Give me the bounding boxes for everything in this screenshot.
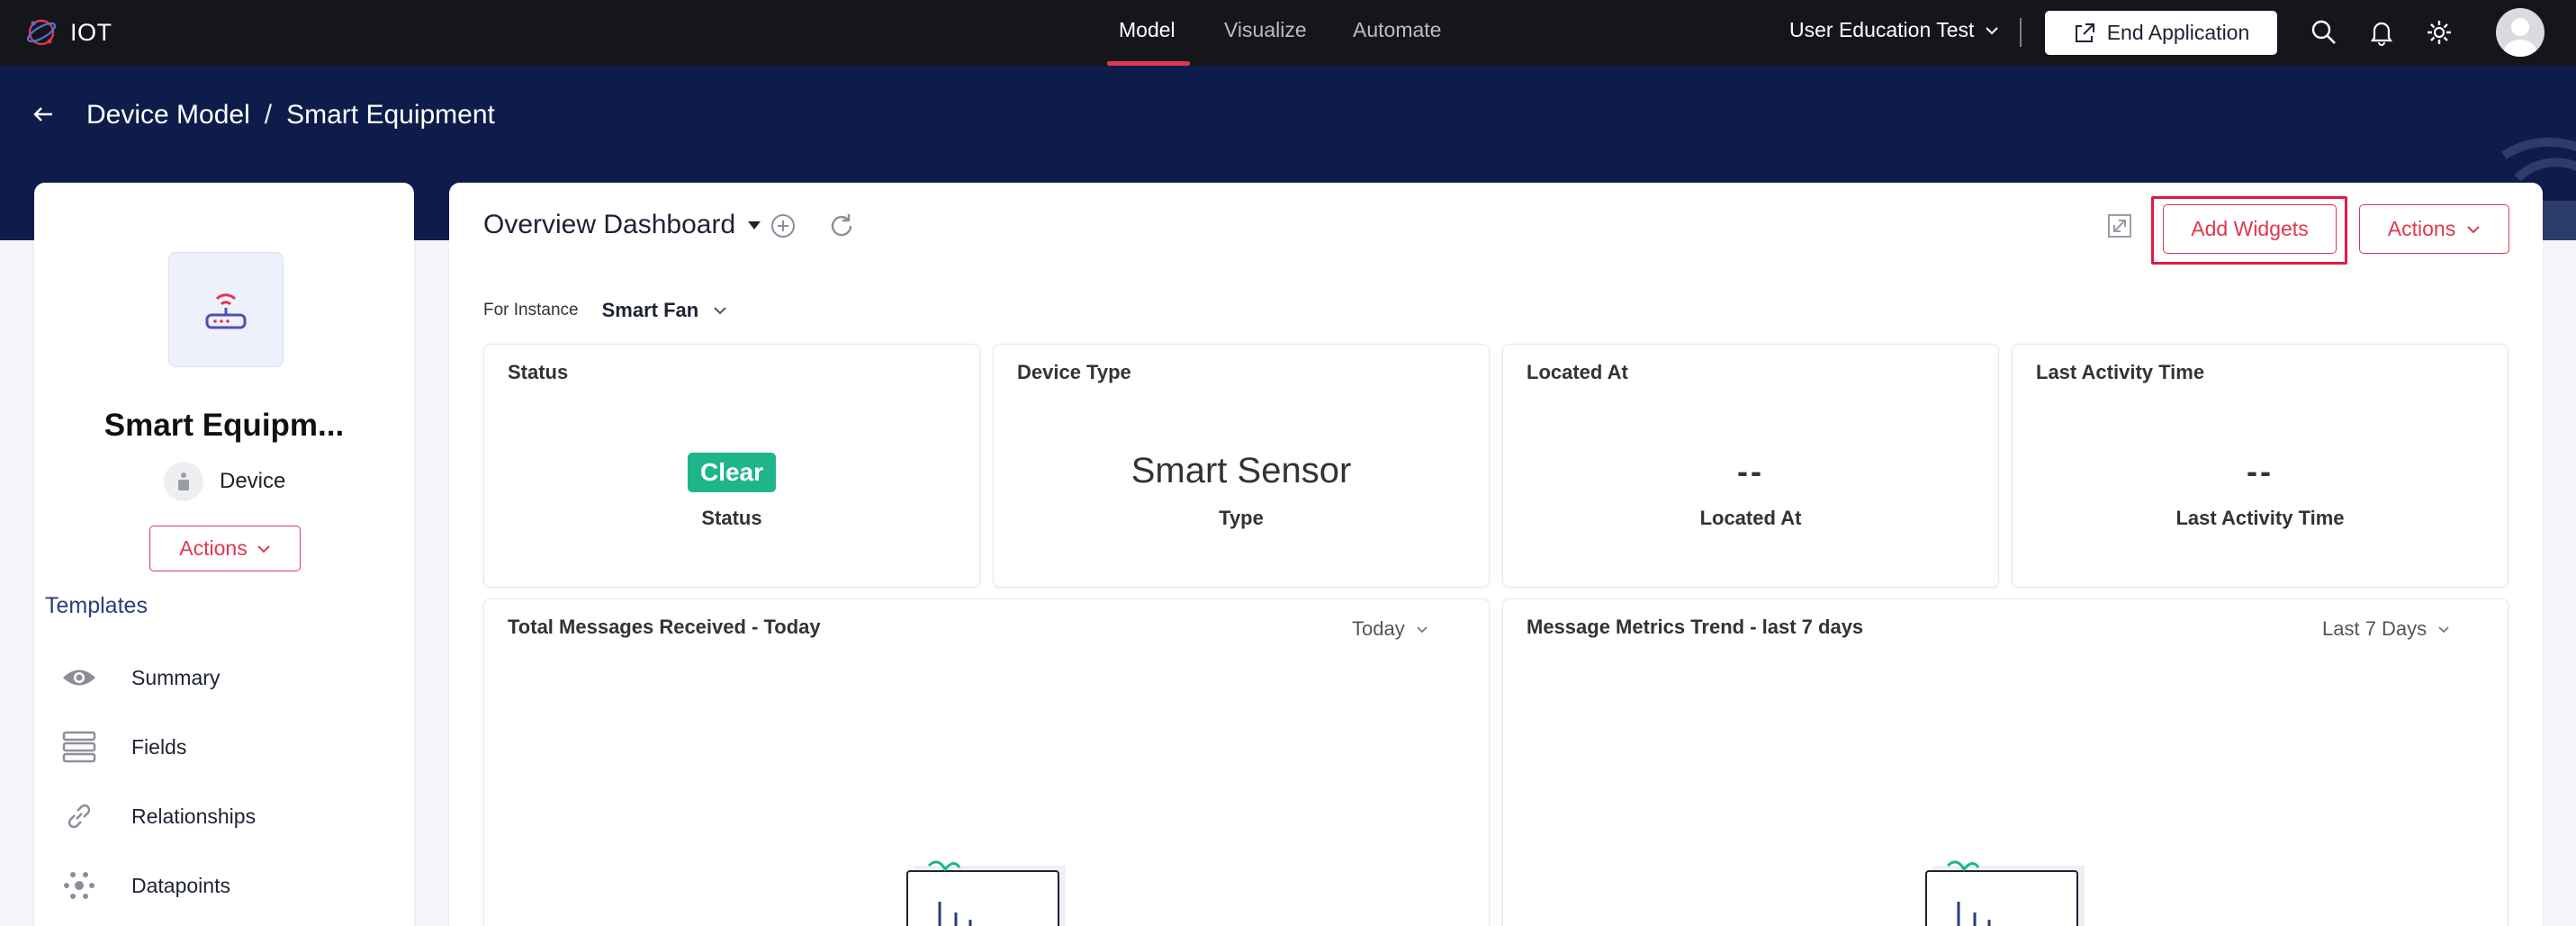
card-title: Last Activity Time (2036, 361, 2205, 383)
template-item-label: Summary (131, 665, 221, 689)
model-type-label: Device (220, 469, 286, 493)
nav-tab-visualize[interactable]: Visualize (1224, 18, 1307, 42)
range-selector[interactable]: Today (1352, 617, 1428, 641)
card-value: Smart Sensor (1130, 451, 1352, 490)
template-item-label: Fields (131, 734, 187, 759)
fields-icon (59, 729, 99, 765)
chevron-down-icon (2467, 225, 2480, 233)
template-item-datapoints[interactable]: Datapoints (59, 868, 230, 904)
link-icon (59, 798, 99, 834)
card-sublabel: Type (1219, 507, 1264, 529)
template-item-label: Datapoints (131, 873, 230, 897)
sidebar-actions-button[interactable]: Actions (149, 526, 301, 571)
last-activity-card: Last Activity Time -- Last Activity Time (2012, 344, 2508, 588)
chevron-down-icon (257, 544, 270, 553)
breadcrumb-current: Smart Equipment (286, 100, 495, 130)
status-card: Status Clear Status (483, 344, 980, 588)
dashboard-actions-button[interactable]: Actions (2359, 204, 2509, 254)
refresh-icon[interactable] (827, 211, 856, 240)
gear-icon[interactable] (2425, 18, 2454, 47)
messages-today-widget: Total Messages Received - Today Today (483, 598, 1490, 926)
nav-tab-model[interactable]: Model (1119, 18, 1175, 42)
user-selector[interactable]: User Education Test (1789, 18, 1999, 42)
dashboard-actions-label: Actions (2387, 217, 2456, 240)
card-title: Status (508, 361, 569, 383)
status-badge: Clear (687, 453, 777, 492)
chevron-down-icon (1417, 625, 1428, 633)
templates-heading: Templates (45, 593, 148, 618)
template-item-summary[interactable]: Summary (59, 660, 220, 696)
located-at-card: Located At -- Located At (1502, 344, 1999, 588)
empty-chart-illustration-icon (906, 860, 1066, 926)
card-value: -- (2247, 453, 2274, 490)
end-application-label: End Application (2106, 21, 2250, 44)
dashboard-title: Overview Dashboard (483, 210, 736, 239)
range-value: Last 7 Days (2322, 617, 2427, 640)
card-sublabel: Located At (1699, 507, 1802, 529)
chevron-down-icon (1986, 26, 1999, 34)
search-icon[interactable] (2310, 18, 2338, 47)
card-sublabel: Last Activity Time (2175, 507, 2345, 529)
device-model-icon-box (168, 252, 284, 367)
chevron-down-icon (714, 307, 726, 315)
app-name: IOT (70, 18, 113, 46)
nav-tab-automate[interactable]: Automate (1353, 18, 1441, 42)
instance-filter: For Instance Smart Fan (483, 299, 727, 322)
widget-title: Message Metrics Trend - last 7 days (1527, 616, 1864, 638)
breadcrumb-parent[interactable]: Device Model (86, 100, 250, 130)
for-instance-label: For Instance (483, 301, 579, 319)
instance-selector[interactable]: Smart Fan (602, 299, 728, 322)
card-title: Located At (1527, 361, 1628, 383)
header-divider (2020, 18, 2022, 47)
iot-logo-icon (26, 19, 57, 46)
model-name: Smart Equipm... (104, 408, 345, 443)
fullscreen-icon[interactable] (2105, 211, 2134, 240)
card-value: -- (1737, 453, 1764, 490)
empty-chart-illustration-icon (1925, 860, 2085, 926)
back-arrow-icon[interactable] (31, 102, 56, 127)
message-trend-widget: Message Metrics Trend - last 7 days Last… (1502, 598, 2508, 926)
device-type-icon (164, 462, 203, 501)
sidebar-actions-label: Actions (179, 536, 248, 560)
user-avatar-icon (2504, 18, 2536, 57)
datapoints-icon (59, 868, 99, 904)
top-nav-bar: IOT Model Visualize Automate User Educat… (0, 0, 2576, 66)
user-name: User Education Test (1789, 18, 1975, 41)
template-item-fields[interactable]: Fields (59, 729, 186, 765)
avatar[interactable] (2496, 8, 2544, 57)
router-icon (205, 293, 247, 329)
range-value: Today (1352, 617, 1405, 640)
external-link-icon (2075, 22, 2094, 42)
add-widgets-button[interactable]: Add Widgets (2163, 204, 2337, 254)
card-title: Device Type (1017, 361, 1131, 383)
dashboard-panel: Overview Dashboard Add Widgets Actions F… (449, 183, 2543, 926)
widget-title: Total Messages Received - Today (508, 616, 821, 638)
eye-icon (59, 660, 99, 696)
app-brand[interactable]: IOT (23, 16, 113, 49)
device-type-card: Device Type Smart Sensor Type (993, 344, 1490, 588)
caret-down-icon (748, 220, 761, 229)
chevron-down-icon (2438, 625, 2449, 633)
instance-value: Smart Fan (601, 299, 699, 321)
breadcrumb-separator: / (264, 100, 273, 130)
dashboard-selector[interactable]: Overview Dashboard (483, 210, 761, 240)
bell-icon[interactable] (2367, 18, 2396, 47)
model-sidebar: Smart Equipm... Device Actions Templates… (34, 183, 414, 926)
template-item-label: Relationships (131, 804, 257, 828)
range-selector[interactable]: Last 7 Days (2322, 617, 2450, 641)
card-sublabel: Status (701, 507, 762, 529)
template-item-relationships[interactable]: Relationships (59, 798, 256, 834)
end-application-button[interactable]: End Application (2045, 11, 2277, 55)
breadcrumb: Device Model / Smart Equipment (86, 100, 495, 130)
model-type: Device (164, 462, 285, 501)
add-dashboard-icon[interactable] (769, 211, 797, 240)
